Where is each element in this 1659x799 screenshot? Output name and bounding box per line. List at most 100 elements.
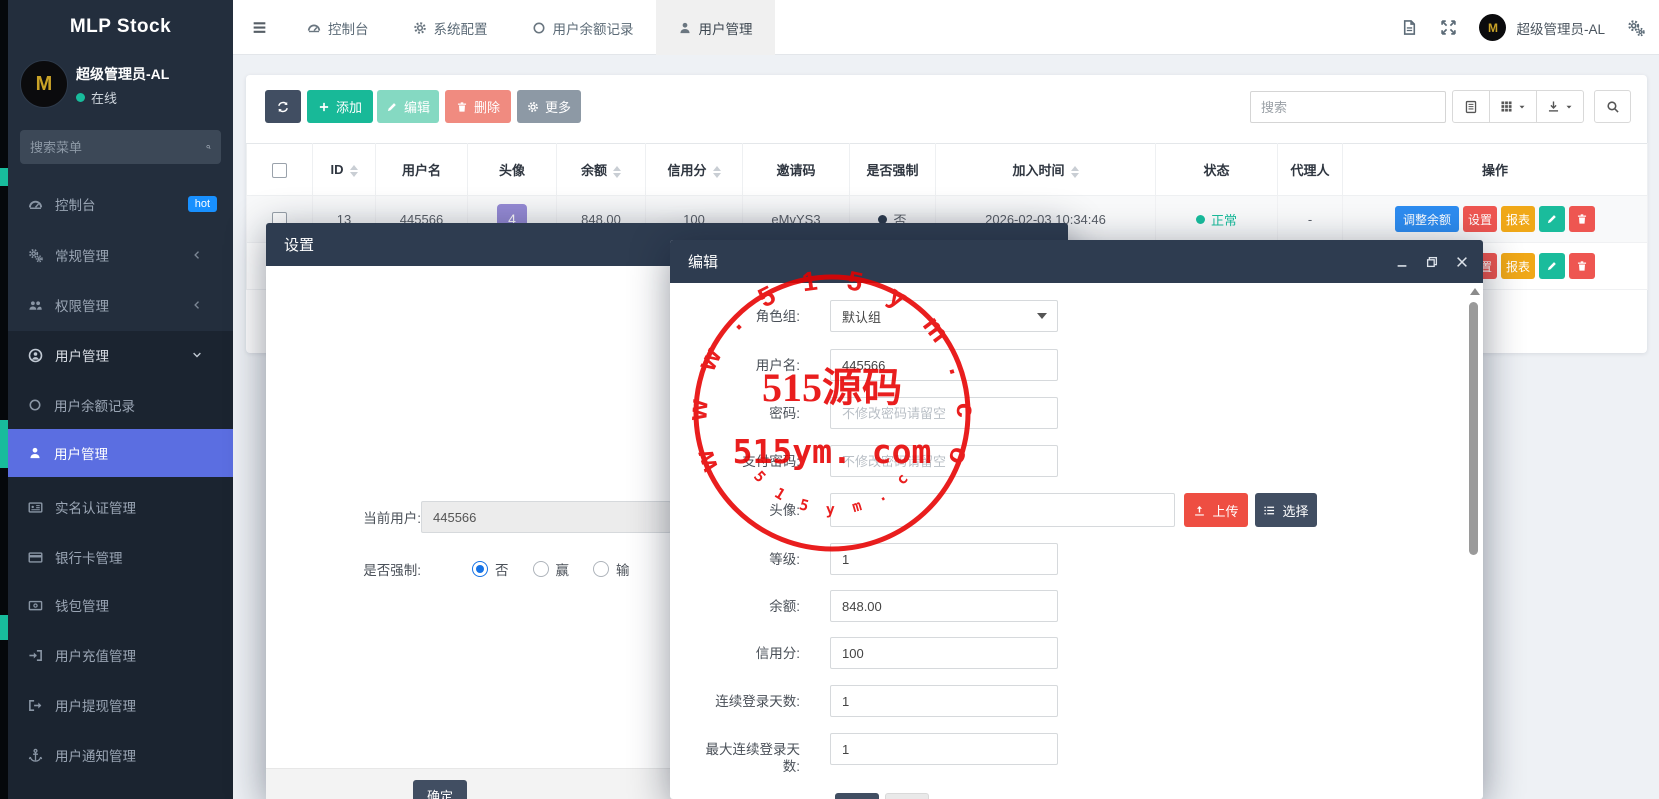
sidebar-item-user-management[interactable]: 用户管理 — [8, 429, 233, 477]
sidebar-item-user-management-group[interactable]: 用户管理 — [8, 331, 233, 379]
sidebar-item-dashboard[interactable]: 控制台 hot — [8, 180, 233, 228]
refresh-button[interactable] — [265, 90, 301, 123]
username-label: 用户名: — [690, 357, 800, 374]
current-user-input — [421, 501, 671, 533]
sidebar-item-recharge[interactable]: 用户充值管理 — [8, 631, 233, 679]
radio-win[interactable]: 赢 — [533, 559, 570, 579]
avatar-input[interactable] — [830, 493, 1175, 527]
sidebar-item-wallets[interactable]: 钱包管理 — [8, 581, 233, 629]
col-status: 状态 — [1156, 144, 1278, 196]
edit-reset-button[interactable] — [885, 793, 929, 799]
online-dot-icon — [76, 93, 85, 102]
radio-no[interactable]: 否 — [472, 559, 509, 579]
max-login-days-input[interactable] — [830, 733, 1058, 765]
navbar-username[interactable]: 超级管理员-AL — [1516, 18, 1605, 38]
columns-button[interactable] — [1489, 90, 1537, 123]
edit-confirm-button[interactable] — [835, 793, 879, 799]
row-delete-button[interactable] — [1569, 206, 1595, 232]
sidebar-item-notifications[interactable]: 用户通知管理 — [8, 731, 233, 779]
settings-gears-icon[interactable] — [1627, 19, 1645, 37]
tab-balance-records[interactable]: 用户余额记录 — [510, 0, 656, 55]
chevron-left-icon — [191, 249, 203, 261]
row-edit-button[interactable] — [1539, 253, 1565, 279]
balance-input[interactable] — [830, 590, 1058, 622]
table-header-row: ID 用户名 头像 余额 信用分 邀请码 是否强制 加入时间 状态 代理人 操作 — [247, 144, 1648, 196]
sidebar-item-withdrawal[interactable]: 用户提现管理 — [8, 681, 233, 729]
edit-modal: 编辑 角色组: 默认组 用户名: 密码: 支付密码: 头像: 上传 选择 — [670, 240, 1483, 799]
anchor-icon — [28, 748, 43, 763]
sidebar-item-bank-cards[interactable]: 银行卡管理 — [8, 533, 233, 581]
add-button[interactable]: 添加 — [307, 90, 373, 123]
pay-password-input[interactable] — [830, 445, 1058, 477]
sidebar-item-permissions[interactable]: 权限管理 — [8, 281, 233, 329]
choose-button[interactable]: 选择 — [1255, 493, 1317, 527]
scrollbar-up-arrow[interactable] — [1470, 288, 1480, 295]
more-button[interactable]: 更多 — [517, 90, 581, 123]
clear-cache-icon[interactable] — [1401, 19, 1418, 36]
tab-dashboard[interactable]: 控制台 — [285, 0, 391, 55]
online-label: 在线 — [91, 88, 117, 107]
tab-system-config[interactable]: 系统配置 — [391, 0, 510, 55]
role-group-select[interactable]: 默认组 — [830, 300, 1058, 332]
sidebar-search[interactable] — [20, 130, 221, 164]
user-circle-icon — [28, 348, 43, 363]
avatar[interactable]: M — [1479, 14, 1506, 41]
edge-accent — [0, 420, 8, 468]
col-joined[interactable]: 加入时间 — [936, 144, 1156, 196]
close-icon[interactable] — [1455, 255, 1469, 269]
edit-button[interactable]: 编辑 — [377, 90, 439, 123]
edit-modal-header[interactable]: 编辑 — [670, 240, 1483, 283]
table-search-input[interactable] — [1250, 91, 1446, 123]
tab-user-management[interactable]: 用户管理 — [656, 0, 775, 55]
level-input[interactable] — [830, 543, 1058, 575]
user-icon — [28, 446, 42, 460]
detail-view-button[interactable] — [1452, 90, 1490, 123]
sidebar-item-label: 实名认证管理 — [55, 497, 136, 517]
report-button[interactable]: 报表 — [1501, 253, 1535, 279]
select-all-header — [247, 144, 313, 196]
wallet-icon — [28, 598, 43, 613]
username-input[interactable] — [830, 349, 1058, 381]
col-username: 用户名 — [376, 144, 468, 196]
report-button[interactable]: 报表 — [1501, 206, 1535, 232]
pencil-icon — [1546, 213, 1558, 225]
maximize-icon[interactable] — [1425, 255, 1439, 269]
sort-icon[interactable] — [713, 166, 721, 178]
level-label: 等级: — [690, 551, 800, 568]
credit-input[interactable] — [830, 637, 1058, 669]
edge-accent — [0, 168, 8, 186]
delete-button[interactable]: 删除 — [445, 90, 511, 123]
col-credit[interactable]: 信用分 — [646, 144, 743, 196]
row-edit-button[interactable] — [1539, 206, 1565, 232]
search-submit-button[interactable] — [1594, 90, 1631, 123]
col-balance[interactable]: 余额 — [557, 144, 646, 196]
sidebar-item-label: 用户充值管理 — [55, 645, 136, 665]
hamburger-menu-icon[interactable] — [233, 0, 285, 55]
sidebar-item-balance-records[interactable]: 用户余额记录 — [8, 381, 233, 429]
row-delete-button[interactable] — [1569, 253, 1595, 279]
sort-icon[interactable] — [350, 165, 358, 177]
login-days-input[interactable] — [830, 685, 1058, 717]
radio-lose[interactable]: 输 — [593, 559, 630, 579]
fullscreen-icon[interactable] — [1440, 19, 1457, 36]
password-label: 密码: — [690, 405, 800, 422]
password-input[interactable] — [830, 397, 1058, 429]
col-id[interactable]: ID — [313, 144, 376, 196]
export-button[interactable] — [1536, 90, 1584, 123]
confirm-button[interactable]: 确定 — [413, 780, 467, 799]
grid-icon — [1500, 100, 1513, 113]
avatar[interactable]: M — [20, 60, 68, 108]
minimize-icon[interactable] — [1395, 255, 1409, 269]
sidebar-search-input[interactable] — [30, 140, 206, 155]
select-all-checkbox[interactable] — [272, 163, 287, 178]
sidebar-item-general[interactable]: 常规管理 — [8, 231, 233, 279]
trash-icon — [1576, 260, 1588, 272]
sort-icon[interactable] — [1071, 166, 1079, 178]
row-settings-button[interactable]: 设置 — [1463, 206, 1497, 232]
sort-icon[interactable] — [613, 166, 621, 178]
upload-button[interactable]: 上传 — [1184, 493, 1248, 527]
sidebar-item-realname-auth[interactable]: 实名认证管理 — [8, 483, 233, 531]
scrollbar-thumb[interactable] — [1469, 302, 1478, 555]
adjust-balance-button[interactable]: 调整余额 — [1395, 206, 1459, 232]
search-icon — [206, 140, 211, 154]
